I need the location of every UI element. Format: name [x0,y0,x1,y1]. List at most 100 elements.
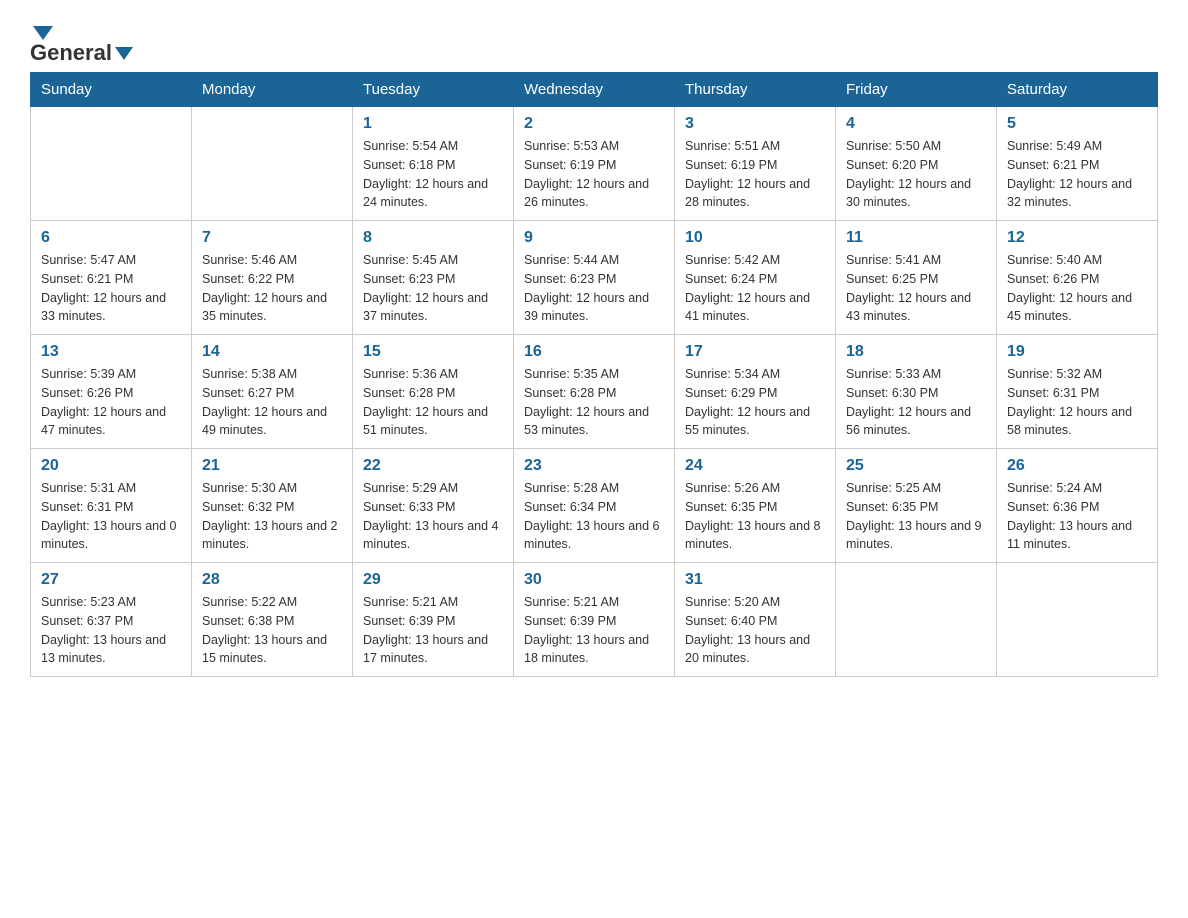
calendar-cell: 1 Sunrise: 5:54 AM Sunset: 6:18 PM Daylig… [353,107,514,221]
day-info: Sunrise: 5:36 AM Sunset: 6:28 PM Dayligh… [363,365,503,440]
calendar-cell: 13 Sunrise: 5:39 AM Sunset: 6:26 PM Dayli… [31,335,192,449]
day-number: 29 [363,571,503,589]
calendar-cell: 22 Sunrise: 5:29 AM Sunset: 6:33 PM Dayli… [353,449,514,563]
calendar-cell: 28 Sunrise: 5:22 AM Sunset: 6:38 PM Dayli… [192,563,353,677]
day-info: Sunrise: 5:33 AM Sunset: 6:30 PM Dayligh… [846,365,986,440]
calendar-week-row: 1 Sunrise: 5:54 AM Sunset: 6:18 PM Daylig… [31,107,1158,221]
day-info: Sunrise: 5:26 AM Sunset: 6:35 PM Dayligh… [685,479,825,554]
day-number: 27 [41,571,181,589]
weekday-header-wednesday: Wednesday [514,73,675,107]
day-number: 24 [685,457,825,475]
day-number: 30 [524,571,664,589]
day-number: 13 [41,343,181,361]
day-info: Sunrise: 5:54 AM Sunset: 6:18 PM Dayligh… [363,137,503,212]
day-info: Sunrise: 5:31 AM Sunset: 6:31 PM Dayligh… [41,479,181,554]
day-info: Sunrise: 5:23 AM Sunset: 6:37 PM Dayligh… [41,593,181,668]
calendar-week-row: 13 Sunrise: 5:39 AM Sunset: 6:26 PM Dayli… [31,335,1158,449]
day-number: 31 [685,571,825,589]
calendar-week-row: 6Sunrise: 5:47 AM Sunset: 6:21 PM Daylig… [31,221,1158,335]
logo: General [30,20,135,62]
day-number: 21 [202,457,342,475]
day-info: Sunrise: 5:32 AM Sunset: 6:31 PM Dayligh… [1007,365,1147,440]
day-number: 7 [202,229,342,247]
day-number: 20 [41,457,181,475]
calendar-cell: 5 Sunrise: 5:49 AM Sunset: 6:21 PM Daylig… [997,107,1158,221]
weekday-header-monday: Monday [192,73,353,107]
day-number: 12 [1007,229,1147,247]
day-number: 19 [1007,343,1147,361]
calendar-cell [31,107,192,221]
day-info: Sunrise: 5:42 AM Sunset: 6:24 PM Dayligh… [685,251,825,326]
day-info: Sunrise: 5:53 AM Sunset: 6:19 PM Dayligh… [524,137,664,212]
calendar-cell: 15Sunrise: 5:36 AM Sunset: 6:28 PM Dayli… [353,335,514,449]
day-info: Sunrise: 5:22 AM Sunset: 6:38 PM Dayligh… [202,593,342,668]
day-info: Sunrise: 5:39 AM Sunset: 6:26 PM Dayligh… [41,365,181,440]
day-info: Sunrise: 5:46 AM Sunset: 6:22 PM Dayligh… [202,251,342,326]
day-number: 11 [846,229,986,247]
calendar-cell: 17 Sunrise: 5:34 AM Sunset: 6:29 PM Dayli… [675,335,836,449]
calendar-cell: 14Sunrise: 5:38 AM Sunset: 6:27 PM Dayli… [192,335,353,449]
day-number: 25 [846,457,986,475]
day-info: Sunrise: 5:49 AM Sunset: 6:21 PM Dayligh… [1007,137,1147,212]
day-info: Sunrise: 5:51 AM Sunset: 6:19 PM Dayligh… [685,137,825,212]
calendar-cell: 27 Sunrise: 5:23 AM Sunset: 6:37 PM Dayli… [31,563,192,677]
day-number: 1 [363,115,503,133]
calendar-cell: 20 Sunrise: 5:31 AM Sunset: 6:31 PM Dayli… [31,449,192,563]
day-number: 23 [524,457,664,475]
day-info: Sunrise: 5:29 AM Sunset: 6:33 PM Dayligh… [363,479,503,554]
day-number: 17 [685,343,825,361]
weekday-header-tuesday: Tuesday [353,73,514,107]
day-info: Sunrise: 5:41 AM Sunset: 6:25 PM Dayligh… [846,251,986,326]
calendar-cell: 11 Sunrise: 5:41 AM Sunset: 6:25 PM Dayli… [836,221,997,335]
day-info: Sunrise: 5:45 AM Sunset: 6:23 PM Dayligh… [363,251,503,326]
weekday-header-sunday: Sunday [31,73,192,107]
calendar-cell: 24 Sunrise: 5:26 AM Sunset: 6:35 PM Dayli… [675,449,836,563]
calendar-week-row: 20 Sunrise: 5:31 AM Sunset: 6:31 PM Dayli… [31,449,1158,563]
weekday-header-friday: Friday [836,73,997,107]
day-info: Sunrise: 5:20 AM Sunset: 6:40 PM Dayligh… [685,593,825,668]
calendar-cell: 29 Sunrise: 5:21 AM Sunset: 6:39 PM Dayli… [353,563,514,677]
calendar-cell: 3Sunrise: 5:51 AM Sunset: 6:19 PM Daylig… [675,107,836,221]
calendar-cell: 9Sunrise: 5:44 AM Sunset: 6:23 PM Daylig… [514,221,675,335]
calendar-cell: 21 Sunrise: 5:30 AM Sunset: 6:32 PM Dayli… [192,449,353,563]
calendar-cell: 4Sunrise: 5:50 AM Sunset: 6:20 PM Daylig… [836,107,997,221]
calendar-cell: 6Sunrise: 5:47 AM Sunset: 6:21 PM Daylig… [31,221,192,335]
weekday-header-saturday: Saturday [997,73,1158,107]
logo-arrow-icon [33,26,53,40]
day-number: 22 [363,457,503,475]
day-number: 6 [41,229,181,247]
calendar-cell: 30 Sunrise: 5:21 AM Sunset: 6:39 PM Dayli… [514,563,675,677]
weekday-header-thursday: Thursday [675,73,836,107]
calendar-cell: 7 Sunrise: 5:46 AM Sunset: 6:22 PM Daylig… [192,221,353,335]
calendar-cell: 8 Sunrise: 5:45 AM Sunset: 6:23 PM Daylig… [353,221,514,335]
day-info: Sunrise: 5:35 AM Sunset: 6:28 PM Dayligh… [524,365,664,440]
calendar-cell [192,107,353,221]
day-info: Sunrise: 5:21 AM Sunset: 6:39 PM Dayligh… [363,593,503,668]
calendar-cell: 2 Sunrise: 5:53 AM Sunset: 6:19 PM Daylig… [514,107,675,221]
calendar-cell: 25Sunrise: 5:25 AM Sunset: 6:35 PM Dayli… [836,449,997,563]
calendar-cell: 16Sunrise: 5:35 AM Sunset: 6:28 PM Dayli… [514,335,675,449]
calendar-week-row: 27 Sunrise: 5:23 AM Sunset: 6:37 PM Dayli… [31,563,1158,677]
logo-chevron-icon [115,47,133,60]
day-number: 28 [202,571,342,589]
calendar-table: SundayMondayTuesdayWednesdayThursdayFrid… [30,72,1158,677]
day-number: 8 [363,229,503,247]
day-info: Sunrise: 5:28 AM Sunset: 6:34 PM Dayligh… [524,479,664,554]
day-info: Sunrise: 5:50 AM Sunset: 6:20 PM Dayligh… [846,137,986,212]
calendar-cell [836,563,997,677]
day-number: 2 [524,115,664,133]
logo-general2: General [30,40,112,66]
page-header: General [30,20,1158,62]
day-info: Sunrise: 5:24 AM Sunset: 6:36 PM Dayligh… [1007,479,1147,554]
day-info: Sunrise: 5:34 AM Sunset: 6:29 PM Dayligh… [685,365,825,440]
day-number: 10 [685,229,825,247]
day-number: 5 [1007,115,1147,133]
day-number: 18 [846,343,986,361]
calendar-cell: 19 Sunrise: 5:32 AM Sunset: 6:31 PM Dayli… [997,335,1158,449]
day-number: 9 [524,229,664,247]
day-number: 26 [1007,457,1147,475]
day-info: Sunrise: 5:21 AM Sunset: 6:39 PM Dayligh… [524,593,664,668]
day-info: Sunrise: 5:30 AM Sunset: 6:32 PM Dayligh… [202,479,342,554]
calendar-cell: 12Sunrise: 5:40 AM Sunset: 6:26 PM Dayli… [997,221,1158,335]
day-info: Sunrise: 5:38 AM Sunset: 6:27 PM Dayligh… [202,365,342,440]
